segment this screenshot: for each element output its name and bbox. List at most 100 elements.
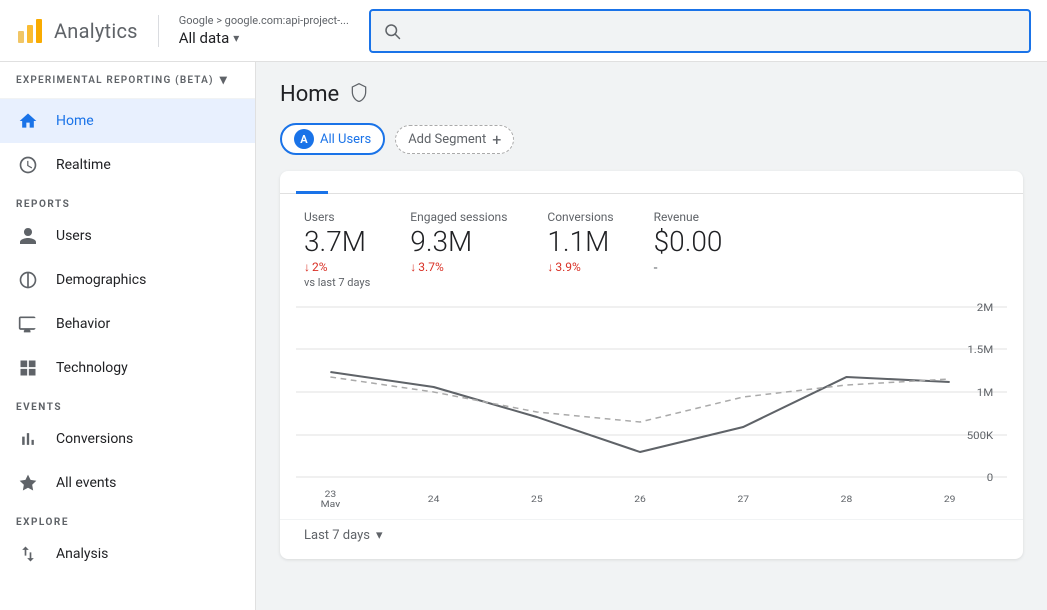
metric-label-engaged: Engaged sessions xyxy=(410,210,507,224)
app-header: Analytics Google > google.com:api-projec… xyxy=(0,0,1047,62)
all-users-chip[interactable]: A All Users xyxy=(280,123,385,155)
sidebar-item-label-technology: Technology xyxy=(56,360,128,376)
chart-area: 2M 1.5M 1M 500K 0 23 May 24 25 26 27 xyxy=(280,297,1023,519)
metric-value-engaged: 9.3M xyxy=(410,228,507,256)
monitor-icon xyxy=(16,312,40,336)
star-icon xyxy=(16,471,40,495)
page-header: Home xyxy=(280,82,1023,107)
chart-card: Users 3.7M ↓ 2% vs last 7 days Engaged s… xyxy=(280,171,1023,559)
sidebar-item-label-demographics: Demographics xyxy=(56,272,146,288)
all-data-label: All data xyxy=(179,29,230,47)
sidebar-item-all-events[interactable]: All events xyxy=(0,461,255,505)
bar-chart-icon xyxy=(16,427,40,451)
svg-text:26: 26 xyxy=(634,495,646,505)
sidebar-item-realtime[interactable]: Realtime xyxy=(0,143,255,187)
svg-text:28: 28 xyxy=(841,495,853,505)
analytics-logo-icon xyxy=(16,17,44,45)
search-icon xyxy=(383,22,401,40)
metric-change-users: ↓ 2% xyxy=(304,260,370,274)
all-data-selector[interactable]: All data ▾ xyxy=(179,29,349,47)
metrics-row: Users 3.7M ↓ 2% vs last 7 days Engaged s… xyxy=(280,194,1023,297)
sidebar-item-technology[interactable]: Technology xyxy=(0,346,255,390)
metric-value-conversions: 1.1M xyxy=(547,228,613,256)
reports-section-label: REPORTS xyxy=(0,187,255,214)
down-arrow-icon-2: ↓ xyxy=(410,260,416,274)
svg-text:1.5M: 1.5M xyxy=(967,344,993,356)
svg-text:27: 27 xyxy=(737,495,749,505)
svg-text:1M: 1M xyxy=(977,387,993,399)
breadcrumb: Google > google.com:api-project-... xyxy=(179,14,349,27)
metric-change-revenue: - xyxy=(654,260,723,276)
beta-chevron-icon: ▾ xyxy=(220,72,228,88)
sidebar-item-analysis[interactable]: Analysis xyxy=(0,532,255,576)
svg-text:23: 23 xyxy=(325,490,337,500)
person-icon xyxy=(16,224,40,248)
sidebar-item-demographics[interactable]: Demographics xyxy=(0,258,255,302)
metric-change-engaged: ↓ 3.7% xyxy=(410,260,507,274)
metric-engaged-sessions: Engaged sessions 9.3M ↓ 3.7% xyxy=(410,210,507,289)
search-bar[interactable] xyxy=(369,9,1031,53)
metric-users: Users 3.7M ↓ 2% vs last 7 days xyxy=(304,210,370,289)
globe-icon xyxy=(16,268,40,292)
add-segment-button[interactable]: Add Segment + xyxy=(395,125,514,154)
beta-bar[interactable]: EXPERIMENTAL REPORTING (BETA) ▾ xyxy=(0,62,255,99)
main-content: Home A All Users Add Segment + xyxy=(256,62,1047,610)
breadcrumb-area: Google > google.com:api-project-... All … xyxy=(179,14,349,47)
metric-label-revenue: Revenue xyxy=(654,210,723,224)
metric-label-users: Users xyxy=(304,210,370,224)
main-layout: EXPERIMENTAL REPORTING (BETA) ▾ Home Rea… xyxy=(0,62,1047,610)
home-icon xyxy=(16,109,40,133)
metric-conversions: Conversions 1.1M ↓ 3.9% xyxy=(547,210,613,289)
chip-label: All Users xyxy=(320,132,371,147)
shield-icon xyxy=(349,82,369,107)
chart-svg: 2M 1.5M 1M 500K 0 23 May 24 25 26 27 xyxy=(296,297,1007,507)
metric-label-conversions: Conversions xyxy=(547,210,613,224)
chart-footer-label: Last 7 days xyxy=(304,528,370,543)
page-title: Home xyxy=(280,82,339,107)
chart-tab-overview[interactable] xyxy=(296,171,328,194)
svg-text:0: 0 xyxy=(987,472,993,484)
footer-chevron-icon: ▾ xyxy=(376,528,383,543)
metric-value-revenue: $0.00 xyxy=(654,228,723,256)
header-divider xyxy=(158,15,159,47)
svg-text:2M: 2M xyxy=(977,302,993,314)
metric-revenue: Revenue $0.00 - xyxy=(654,210,723,289)
svg-text:24: 24 xyxy=(428,495,440,505)
chart-tabs xyxy=(280,171,1023,194)
sidebar-item-label-behavior: Behavior xyxy=(56,316,110,332)
logo-area: Analytics xyxy=(16,17,138,45)
down-arrow-icon-3: ↓ xyxy=(547,260,553,274)
sidebar-item-label-conversions: Conversions xyxy=(56,431,133,447)
sidebar: EXPERIMENTAL REPORTING (BETA) ▾ Home Rea… xyxy=(0,62,256,610)
search-input[interactable] xyxy=(411,22,1017,39)
explore-icon xyxy=(16,542,40,566)
svg-text:May: May xyxy=(321,500,341,507)
sidebar-item-label-realtime: Realtime xyxy=(56,157,111,173)
clock-icon xyxy=(16,153,40,177)
metric-value-users: 3.7M xyxy=(304,228,370,256)
sidebar-item-label-users: Users xyxy=(56,228,92,244)
chart-footer[interactable]: Last 7 days ▾ xyxy=(280,519,1023,559)
metric-vs-users: vs last 7 days xyxy=(304,276,370,289)
chevron-down-icon: ▾ xyxy=(233,31,239,45)
svg-text:29: 29 xyxy=(944,495,956,505)
svg-text:25: 25 xyxy=(531,495,543,505)
sidebar-item-label-home: Home xyxy=(56,113,94,129)
beta-label: EXPERIMENTAL REPORTING (BETA) xyxy=(16,75,214,86)
metric-change-conversions: ↓ 3.9% xyxy=(547,260,613,274)
chip-letter: A xyxy=(294,129,314,149)
svg-text:500K: 500K xyxy=(967,430,994,442)
sidebar-item-home[interactable]: Home xyxy=(0,99,255,143)
sidebar-item-label-all-events: All events xyxy=(56,475,116,491)
sidebar-item-behavior[interactable]: Behavior xyxy=(0,302,255,346)
grid-icon xyxy=(16,356,40,380)
segments-bar: A All Users Add Segment + xyxy=(280,123,1023,155)
down-arrow-icon: ↓ xyxy=(304,260,310,274)
sidebar-item-users[interactable]: Users xyxy=(0,214,255,258)
add-segment-label: Add Segment xyxy=(408,132,486,147)
sidebar-item-label-analysis: Analysis xyxy=(56,546,108,562)
sidebar-item-conversions[interactable]: Conversions xyxy=(0,417,255,461)
explore-section-label: EXPLORE xyxy=(0,505,255,532)
plus-icon: + xyxy=(492,130,501,149)
events-section-label: EVENTS xyxy=(0,390,255,417)
